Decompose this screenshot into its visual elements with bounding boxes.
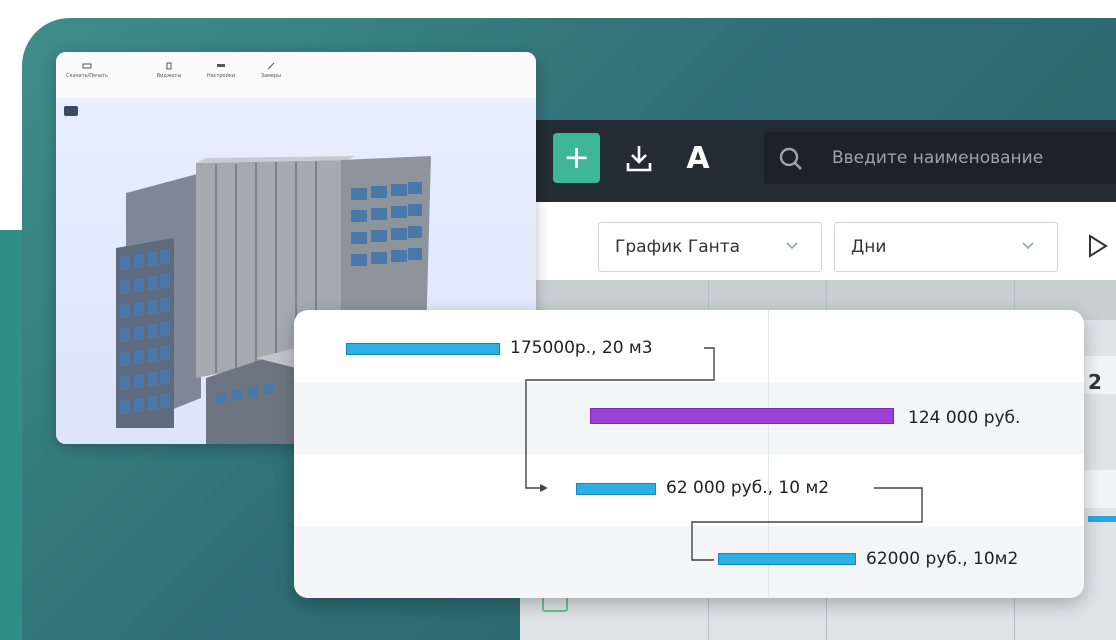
printer-icon — [82, 62, 92, 70]
widget-icon — [164, 62, 174, 70]
gantt-bar-label: 124 000 руб. — [908, 408, 1021, 428]
font-size-button[interactable]: A — [680, 139, 716, 179]
view-select-value: График Ганта — [615, 237, 741, 257]
search-icon — [778, 146, 804, 172]
add-button[interactable]: + — [553, 133, 600, 183]
gantt-bar[interactable] — [346, 343, 500, 355]
ruler-icon — [266, 62, 276, 70]
view-cube-icon[interactable] — [64, 106, 78, 116]
chevron-down-icon — [1021, 239, 1035, 253]
grid-column-number: 2 — [1088, 370, 1102, 394]
settings-icon — [216, 62, 226, 70]
gantt-bar-label: 175000р., 20 м3 — [510, 338, 653, 358]
scale-select-value: Дни — [851, 237, 887, 257]
gantt-summary-bar[interactable] — [590, 408, 894, 424]
measure-button[interactable]: Замеры — [246, 62, 296, 94]
gantt-bar[interactable] — [718, 553, 856, 565]
play-icon[interactable] — [1086, 233, 1110, 259]
chevron-down-icon — [785, 239, 799, 253]
widgets-label: Виджеты — [156, 73, 182, 79]
gantt-bar-fragment — [1088, 516, 1116, 522]
gantt-popup: 175000р., 20 м3 124 000 руб. 62 000 руб.… — [294, 310, 1084, 598]
print-label: Скачать/Печать — [66, 73, 108, 79]
widgets-button[interactable]: Виджеты — [144, 62, 194, 94]
gantt-bar-label: 62000 руб., 10м2 — [866, 549, 1019, 569]
settings-label: Настройки — [206, 73, 236, 79]
download-icon[interactable] — [624, 143, 654, 175]
measure-label: Замеры — [260, 73, 282, 79]
bim-toolbar: Скачать/Печать Виджеты Настройки Замеры — [56, 52, 536, 99]
gantt-bar-label: 62 000 руб., 10 м2 — [666, 478, 830, 498]
view-select[interactable]: График Ганта — [598, 222, 822, 272]
gantt-bar[interactable] — [576, 483, 656, 495]
print-button[interactable]: Скачать/Печать — [62, 62, 112, 94]
search-input[interactable] — [832, 132, 1112, 184]
settings-button[interactable]: Настройки — [196, 62, 246, 94]
scale-select[interactable]: Дни — [834, 222, 1058, 272]
search-box[interactable] — [764, 132, 1116, 184]
